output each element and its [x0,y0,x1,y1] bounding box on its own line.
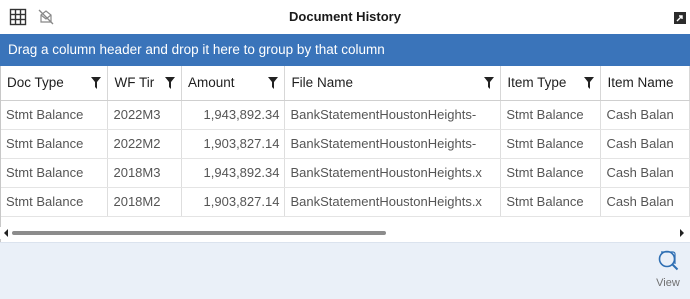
filter-icon[interactable] [268,77,279,89]
view-icon [658,250,679,271]
column-header-label: WF Tir [114,75,155,91]
filter-icon[interactable] [484,77,495,89]
cell-file-name: BankStatementHoustonHeights.x [284,158,502,188]
cell-item-name: Cash Balan [600,100,690,130]
cell-amount: 1,943,892.34 [181,100,286,130]
cell-wf-time: 2018M3 [107,158,183,188]
cell-amount: 1,943,892.34 [181,158,286,188]
horizontal-scrollbar[interactable] [0,227,690,239]
column-header-label: File Name [291,75,353,91]
filter-icon[interactable] [584,77,595,89]
cell-item-type: Stmt Balance [500,158,602,188]
cell-file-name: BankStatementHoustonHeights- [284,129,502,159]
column-header-amount[interactable]: Amount [181,66,286,101]
cell-wf-time: 2022M2 [107,129,183,159]
table-row[interactable]: Stmt Balance 2018M2 1,903,827.14 BankSta… [1,187,690,217]
cell-doc-type: Stmt Balance [1,100,109,130]
scroll-left-arrow-icon[interactable] [4,229,8,237]
cell-item-name: Cash Balan [600,129,690,159]
column-header-label: Item Name [607,75,674,91]
cell-item-type: Stmt Balance [500,100,602,130]
view-button-label: View [656,277,680,289]
cell-file-name: BankStatementHoustonHeights.x [284,187,502,217]
cell-item-name: Cash Balan [600,158,690,188]
title-bar: Document History [0,0,690,34]
no-email-icon[interactable] [36,7,56,27]
cell-wf-time: 2018M2 [107,187,183,217]
cell-item-name: Cash Balan [600,187,690,217]
cell-doc-type: Stmt Balance [1,129,109,159]
column-header-file-name[interactable]: File Name [284,66,502,101]
table-row[interactable]: Stmt Balance 2022M2 1,903,827.14 BankSta… [1,129,690,159]
cell-doc-type: Stmt Balance [1,158,109,188]
cell-amount: 1,903,827.14 [181,187,286,217]
cell-wf-time: 2022M3 [107,100,183,130]
column-header-item-name[interactable]: Item Name [600,66,690,101]
column-header-item-type[interactable]: Item Type [500,66,602,101]
group-by-panel[interactable]: Drag a column header and drop it here to… [0,34,690,66]
header-row: Doc Type WF Tir Amount File Name Item Ty… [1,66,690,101]
cell-doc-type: Stmt Balance [1,187,109,217]
popout-icon[interactable] [672,10,688,26]
window-title: Document History [289,9,401,24]
cell-file-name: BankStatementHoustonHeights- [284,100,502,130]
view-button[interactable]: View [648,249,688,297]
filter-icon[interactable] [91,77,102,89]
table-row[interactable]: Stmt Balance 2018M3 1,943,892.34 BankSta… [1,158,690,188]
cell-amount: 1,903,827.14 [181,129,286,159]
scrollbar-thumb[interactable] [12,231,386,235]
cell-item-type: Stmt Balance [500,187,602,217]
column-header-label: Doc Type [7,75,64,91]
filter-icon[interactable] [165,77,176,89]
cell-item-type: Stmt Balance [500,129,602,159]
scroll-right-arrow-icon[interactable] [680,229,684,237]
column-header-wf-time[interactable]: WF Tir [107,66,183,101]
column-header-doc-type[interactable]: Doc Type [1,66,109,101]
document-history-grid: Doc Type WF Tir Amount File Name Item Ty… [0,66,690,248]
grid-icon[interactable] [8,7,28,27]
column-header-label: Item Type [507,75,567,91]
table-row[interactable]: Stmt Balance 2022M3 1,943,892.34 BankSta… [1,100,690,130]
bottom-toolbar: View [0,242,690,299]
column-header-label: Amount [188,75,235,91]
